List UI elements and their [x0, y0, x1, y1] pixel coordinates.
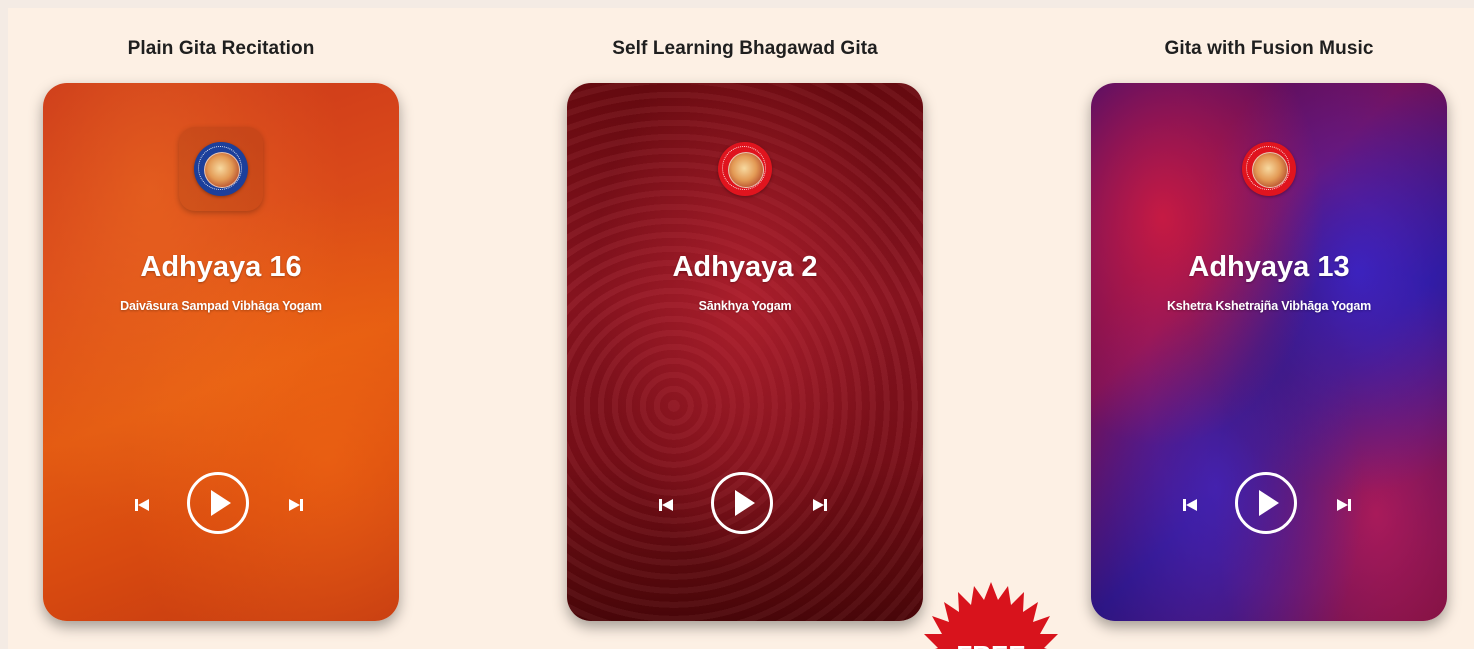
gita-logo-icon [194, 142, 248, 196]
player-card[interactable]: Adhyaya 16 Daivāsura Sampad Vibhāga Yoga… [43, 83, 399, 621]
chapter-title: Adhyaya 13 [1188, 251, 1350, 283]
playback-controls [567, 471, 923, 539]
page: Plain Gita Recitation Adhyaya 16 Daivāsu… [0, 0, 1474, 649]
gita-logo-icon [1242, 142, 1296, 196]
skip-previous-icon[interactable] [1181, 496, 1199, 514]
player-card[interactable]: Adhyaya 2 Sānkhya Yogam [567, 83, 923, 621]
player-card[interactable]: Adhyaya 13 Kshetra Kshetrajña Vibhāga Yo… [1091, 83, 1447, 621]
chapter-title: Adhyaya 2 [672, 251, 818, 283]
skip-previous-icon[interactable] [133, 496, 151, 514]
play-icon [211, 490, 231, 516]
chapter-name: Daivāsura Sampad Vibhāga Yogam [120, 299, 322, 313]
play-icon [1259, 490, 1279, 516]
play-button[interactable] [187, 472, 249, 534]
chapter-name: Kshetra Kshetrajña Vibhāga Yogam [1166, 299, 1372, 313]
chapter-title: Adhyaya 16 [140, 251, 302, 283]
free-badge: FREE [924, 582, 1058, 649]
chapter-name: Sānkhya Yogam [698, 299, 792, 313]
player-column-title: Gita with Fusion Music [1164, 38, 1374, 59]
logo-container [1227, 127, 1311, 211]
logo-container [179, 127, 263, 211]
playback-controls [1091, 471, 1447, 539]
playback-controls [43, 471, 399, 539]
play-icon [735, 490, 755, 516]
logo-container [703, 127, 787, 211]
skip-next-icon[interactable] [1335, 496, 1353, 514]
starburst-shape [924, 582, 1058, 649]
skip-previous-icon[interactable] [657, 496, 675, 514]
play-button[interactable] [711, 472, 773, 534]
skip-next-icon[interactable] [811, 496, 829, 514]
badge-label: FREE [956, 640, 1025, 649]
player-column-title: Self Learning Bhagawad Gita [612, 38, 878, 59]
skip-next-icon[interactable] [287, 496, 305, 514]
gita-logo-icon [718, 142, 772, 196]
player-column-title: Plain Gita Recitation [127, 38, 315, 59]
play-button[interactable] [1235, 472, 1297, 534]
